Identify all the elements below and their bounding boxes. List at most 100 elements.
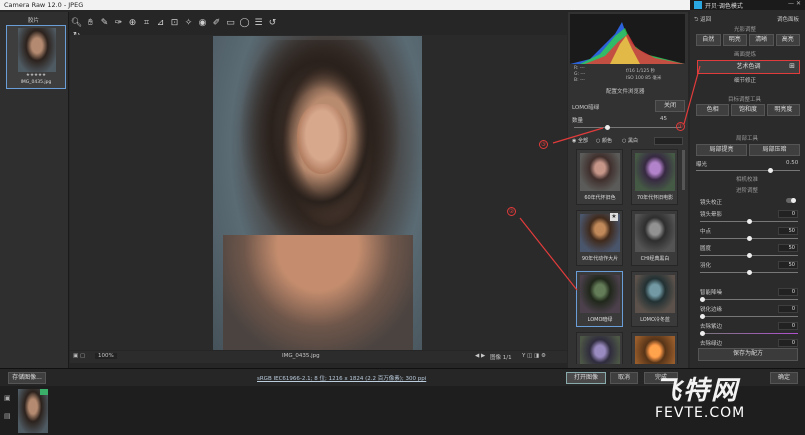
amount-slider-knob[interactable]: [605, 125, 610, 130]
profile-thumb-image: [635, 214, 675, 252]
target-button[interactable]: 明亮度: [766, 104, 800, 116]
folder-icon[interactable]: ▤: [4, 412, 11, 420]
graduated-filter-icon[interactable]: ▭: [224, 17, 237, 30]
local-button[interactable]: 局部压暗: [749, 144, 800, 156]
profile-thumb-image: [635, 153, 675, 191]
slider-knob[interactable]: [700, 297, 705, 302]
transform-icon[interactable]: ⊡: [168, 17, 181, 30]
view-mode-dropdown[interactable]: [654, 137, 683, 145]
rotate-left-icon[interactable]: ↺: [266, 17, 279, 30]
local-button[interactable]: 局部提亮: [696, 144, 747, 156]
profile-thumb[interactable]: [631, 332, 678, 364]
zoom-level[interactable]: 100%: [95, 353, 117, 359]
slider-value[interactable]: 0: [778, 339, 798, 347]
profile-close-button[interactable]: 关闭: [655, 100, 685, 112]
slider-knob[interactable]: [700, 331, 705, 336]
slider-track[interactable]: [700, 236, 798, 241]
slider-value[interactable]: 50: [778, 261, 798, 269]
slider-knob[interactable]: [746, 270, 752, 275]
filter-all-radio[interactable]: ◉ 全部: [572, 137, 588, 144]
zoom-icon[interactable]: 🔍︎: [70, 17, 83, 30]
profile-thumb-image: [635, 336, 675, 364]
slider-knob[interactable]: [746, 219, 752, 224]
slider-knob[interactable]: [746, 253, 752, 258]
slider-value[interactable]: 0: [778, 305, 798, 313]
adjustment-brush-icon[interactable]: ✐: [210, 17, 223, 30]
lens-correction-toggle[interactable]: [786, 198, 796, 203]
slider-value[interactable]: 50: [778, 227, 798, 235]
tone-button[interactable]: 自然: [696, 34, 721, 46]
profile-thumb-label: LOMO暗绿: [587, 317, 613, 323]
target-adjust-icon[interactable]: ⊕: [126, 17, 139, 30]
amount-label: 数量: [572, 118, 584, 124]
preferences-icon[interactable]: ☰: [252, 17, 265, 30]
spot-removal-icon[interactable]: ✧: [182, 17, 195, 30]
target-button[interactable]: 饱和度: [731, 104, 765, 116]
image-icon[interactable]: ▣: [4, 394, 11, 402]
detail-fix-link[interactable]: 细节修正: [734, 76, 756, 84]
slider-value[interactable]: 0: [778, 288, 798, 296]
profile-thumb-selected[interactable]: LOMO暗绿: [576, 271, 623, 327]
back-button[interactable]: ⮌ 返回: [694, 15, 711, 25]
compare-view-icon[interactable]: Y ◫ ◨ ⚙: [522, 353, 546, 359]
profile-thumb[interactable]: [576, 332, 623, 364]
slider-value[interactable]: 0: [778, 322, 798, 330]
slider-track[interactable]: [700, 219, 798, 224]
save-image-button[interactable]: 存储图像...: [8, 372, 46, 384]
menu-button[interactable]: 调色面板: [777, 15, 799, 23]
redeye-icon[interactable]: ◉: [196, 17, 209, 30]
profile-thumb[interactable]: 70年代怀旧电影: [631, 149, 678, 205]
image-nav-arrows-icon[interactable]: ◀ ▶: [475, 353, 485, 359]
art-color-label: 艺术色调: [736, 63, 761, 70]
tone-button[interactable]: 明亮: [722, 34, 747, 46]
slider-value[interactable]: 0: [778, 210, 798, 218]
profile-thumb[interactable]: 90年代动作大片 ★: [576, 210, 623, 266]
section-advanced-title: 进阶调整: [736, 188, 759, 194]
target-button[interactable]: 色相: [696, 104, 730, 116]
art-color-button[interactable]: 艺术色调 ⊞: [697, 60, 800, 74]
exposure-slider-knob[interactable]: [768, 168, 773, 173]
edited-badge-icon: [40, 389, 48, 395]
slider-track[interactable]: [700, 297, 798, 302]
slider-knob[interactable]: [700, 314, 705, 319]
amount-slider[interactable]: [574, 125, 681, 130]
slider-track[interactable]: [700, 270, 798, 275]
filter-color-radio[interactable]: ○ 颜色: [596, 137, 612, 144]
slider-label: 圆度: [700, 246, 712, 252]
slider-track[interactable]: [700, 331, 798, 336]
hand-icon[interactable]: ✋︎: [84, 17, 97, 30]
plugin-title: 开贝·调色模式: [705, 3, 743, 10]
photo-shoulders-shading: [223, 235, 413, 350]
amount-value: 45: [660, 116, 667, 122]
workflow-options-link[interactable]: sRGB IEC61966-2.1; 8 位; 1216 x 1824 (2.2…: [257, 374, 426, 382]
minimize-icon[interactable]: —: [788, 0, 794, 7]
bottom-thumbnail[interactable]: [18, 389, 48, 433]
favorite-star-icon[interactable]: ★: [610, 213, 618, 221]
profile-thumb[interactable]: LOMO冷冬蓝: [631, 271, 678, 327]
crop-icon[interactable]: ⌗: [140, 17, 153, 30]
filmstrip-rating[interactable]: ★★★★★: [7, 73, 65, 78]
slider-track[interactable]: [700, 314, 798, 319]
filter-bw-radio[interactable]: ○ 黑白: [622, 137, 638, 144]
save-recipe-button[interactable]: 保存为配方: [698, 348, 798, 361]
preview-mode-icon[interactable]: ▣ ▢: [73, 353, 85, 359]
cancel-button[interactable]: 取消: [610, 372, 638, 384]
filmstrip-item[interactable]: ★★★★★ IMG_0435.jpg: [6, 25, 66, 89]
open-image-button[interactable]: 打开图像: [566, 372, 606, 384]
exposure-slider[interactable]: [696, 168, 800, 173]
slider-knob[interactable]: [746, 236, 752, 241]
slider-value[interactable]: 50: [778, 244, 798, 252]
back-label: 返回: [700, 17, 712, 23]
blue-readout: B: ---: [574, 78, 585, 83]
tone-button[interactable]: 清晰: [749, 34, 774, 46]
profile-thumb[interactable]: CHI经典黑白: [631, 210, 678, 266]
close-icon[interactable]: ✕: [796, 0, 801, 7]
radial-filter-icon[interactable]: ◯: [238, 17, 251, 30]
white-balance-icon[interactable]: ✎: [98, 17, 111, 30]
straighten-icon[interactable]: ⊿: [154, 17, 167, 30]
color-sampler-icon[interactable]: ✑: [112, 17, 125, 30]
slider-track[interactable]: [700, 253, 798, 258]
profile-thumb[interactable]: 60年代怀旧色: [576, 149, 623, 205]
profile-grid-scrollbar[interactable]: [682, 150, 685, 190]
tone-button[interactable]: 高亮: [775, 34, 800, 46]
